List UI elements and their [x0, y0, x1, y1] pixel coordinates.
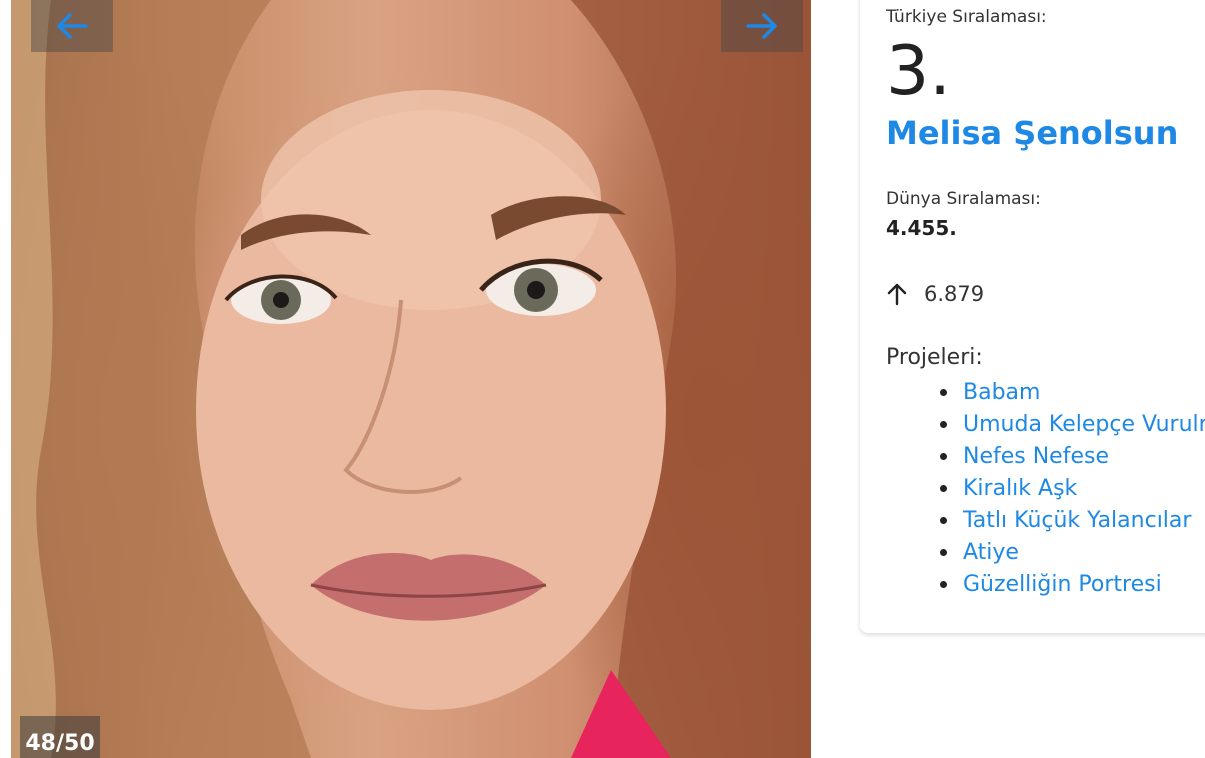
next-photo-button[interactable]	[721, 0, 803, 52]
list-item: Atiye	[940, 536, 1205, 568]
bullet-icon	[940, 516, 947, 524]
bullet-icon	[940, 452, 947, 460]
list-item: Kiralık Aşk	[940, 472, 1205, 504]
list-item: Babam	[940, 376, 1205, 408]
arrow-up-icon	[887, 283, 907, 306]
arrow-right-icon	[746, 13, 777, 39]
turkey-rank-label: Türkiye Sıralaması:	[886, 7, 1047, 27]
project-link[interactable]: Umuda Kelepçe Vurulmaz	[963, 412, 1205, 437]
turkey-rank-value: 3.	[886, 32, 951, 111]
page: 48/50 Türkiye Sıralaması: 3. Melisa Şeno…	[0, 0, 1205, 758]
world-rank-label: Dünya Sıralaması:	[886, 189, 1041, 209]
project-link[interactable]: Babam	[963, 380, 1040, 405]
project-link[interactable]: Atiye	[963, 540, 1019, 565]
arrow-left-icon	[57, 13, 88, 39]
bullet-icon	[940, 420, 947, 428]
project-link[interactable]: Nefes Nefese	[963, 444, 1109, 469]
portrait-illustration	[11, 0, 811, 758]
projects-label: Projeleri:	[886, 345, 983, 370]
bullet-icon	[940, 388, 947, 396]
projects-list: Babam Umuda Kelepçe Vurulmaz Nefes Nefes…	[940, 376, 1205, 600]
celebrity-name-link[interactable]: Melisa Şenolsun	[886, 114, 1178, 152]
photo-counter: 48/50	[20, 716, 100, 758]
rank-change-value: 6.879	[924, 282, 985, 306]
celebrity-photo[interactable]: 48/50	[11, 0, 811, 758]
project-link[interactable]: Kiralık Aşk	[963, 476, 1077, 501]
list-item: Nefes Nefese	[940, 440, 1205, 472]
previous-photo-button[interactable]	[31, 0, 113, 52]
project-link[interactable]: Güzelliğin Portresi	[963, 572, 1162, 597]
list-item: Umuda Kelepçe Vurulmaz	[940, 408, 1205, 440]
list-item: Güzelliğin Portresi	[940, 568, 1205, 600]
ranking-details: Türkiye Sıralaması: 3. Melisa Şenolsun D…	[886, 0, 1205, 620]
bullet-icon	[940, 580, 947, 588]
rank-change: 6.879	[886, 280, 984, 308]
bullet-icon	[940, 548, 947, 556]
bullet-icon	[940, 484, 947, 492]
world-rank-value: 4.455.	[886, 216, 957, 240]
project-link[interactable]: Tatlı Küçük Yalancılar	[963, 508, 1191, 533]
list-item: Tatlı Küçük Yalancılar	[940, 504, 1205, 536]
